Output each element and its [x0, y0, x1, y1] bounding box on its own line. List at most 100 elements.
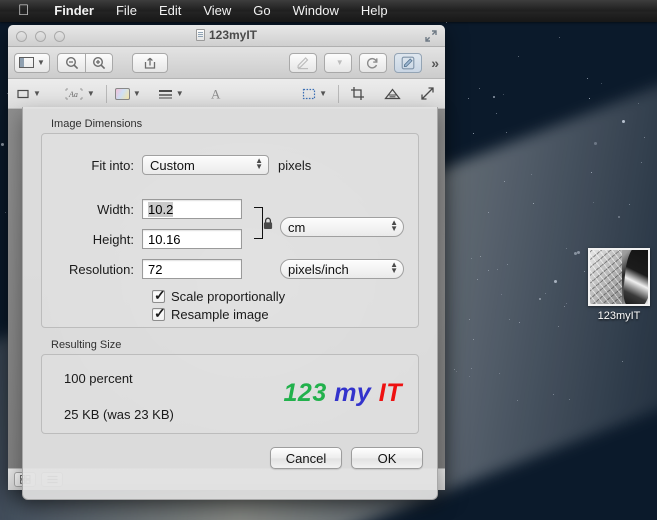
chevron-down-icon[interactable]: ▼: [87, 89, 95, 98]
star-icon: [566, 247, 568, 249]
fit-into-suffix: pixels: [278, 157, 312, 173]
apple-menu-icon[interactable]: : [18, 3, 29, 18]
size-unit-select[interactable]: cm ▲ ▼: [280, 217, 404, 237]
annotate-button[interactable]: [394, 52, 423, 73]
height-input[interactable]: 10.16: [142, 229, 242, 249]
fit-into-row: Fit into: Custom ▲ ▼ pixels: [42, 155, 311, 175]
star-icon: [4, 211, 6, 213]
logo-part-my: my: [334, 379, 372, 407]
star-icon: [539, 297, 542, 300]
line-thickness-button[interactable]: ▼: [158, 84, 184, 104]
star-icon: [641, 161, 643, 163]
font-button[interactable]: A: [205, 84, 225, 104]
zoom-in-button[interactable]: [85, 52, 113, 73]
desktop-file-icon[interactable]: 123myIT: [583, 248, 655, 322]
menu-bar:  Finder File Edit View Go Window Help: [0, 0, 657, 22]
stepper-icon[interactable]: ▲ ▼: [255, 157, 263, 171]
star-icon: [621, 360, 623, 362]
menu-item-edit[interactable]: Edit: [148, 0, 192, 22]
markup-pen-options-button[interactable]: ▼: [324, 52, 353, 73]
resolution-input[interactable]: 72: [142, 259, 242, 279]
svg-text:A: A: [211, 87, 221, 101]
scale-proportionally-checkbox[interactable]: [152, 287, 166, 304]
shape-tool-button[interactable]: ▼: [16, 84, 41, 104]
menu-item-help[interactable]: Help: [350, 0, 399, 22]
star-icon: [504, 181, 506, 183]
star-icon: [568, 399, 570, 400]
star-icon: [476, 278, 478, 280]
desktop-icon-label: 123myIT: [597, 310, 641, 322]
share-button[interactable]: [132, 52, 168, 73]
star-icon: [478, 88, 480, 90]
menu-item-go[interactable]: Go: [242, 0, 281, 22]
resolution-row: Resolution: 72: [42, 259, 242, 279]
menu-item-file[interactable]: File: [105, 0, 148, 22]
stepper-icon[interactable]: ▲ ▼: [390, 219, 398, 233]
logo-part-it: IT: [378, 379, 402, 407]
star-icon: [622, 119, 626, 123]
star-icon: [517, 55, 519, 57]
star-icon: [531, 174, 533, 176]
star-icon: [554, 279, 558, 283]
adjust-levels-button[interactable]: [382, 84, 402, 104]
chevron-down-icon[interactable]: ▼: [33, 89, 41, 98]
stepper-icon[interactable]: ▲ ▼: [390, 261, 398, 275]
menu-item-window[interactable]: Window: [282, 0, 350, 22]
image-resize-sheet: Image Dimensions Fit into: Custom ▲ ▼ pix…: [22, 107, 438, 500]
fit-into-select[interactable]: Custom ▲ ▼: [142, 155, 269, 175]
lock-icon: [263, 217, 273, 230]
star-icon: [506, 131, 508, 133]
chevron-down-icon[interactable]: ▼: [319, 89, 327, 98]
window-toolbar-markup: ▼ Aa ▼ ▼ ▼ A ▼: [8, 79, 445, 109]
width-label: Width:: [97, 201, 134, 217]
star-icon: [472, 133, 474, 135]
resulting-size-group-label: Resulting Size: [51, 339, 122, 351]
toolbar-divider: [338, 84, 339, 103]
fullscreen-icon[interactable]: [424, 29, 438, 43]
star-icon: [601, 82, 603, 84]
star-icon: [487, 270, 489, 272]
resolution-unit-select[interactable]: pixels/inch ▲ ▼: [280, 259, 404, 279]
ok-button[interactable]: OK: [351, 447, 423, 469]
width-input[interactable]: 10.2: [142, 199, 242, 219]
resample-image-checkbox-row[interactable]: Resample image: [152, 305, 269, 322]
resample-image-checkbox[interactable]: [152, 305, 166, 322]
chevron-down-icon[interactable]: ▼: [37, 58, 45, 67]
menu-item-view[interactable]: View: [192, 0, 242, 22]
star-icon: [566, 302, 568, 304]
resize-button[interactable]: [417, 84, 437, 104]
toolbar-overflow-button[interactable]: »: [431, 55, 439, 71]
star-icon: [471, 257, 473, 259]
star-icon: [564, 306, 566, 308]
file-thumbnail: [588, 248, 650, 306]
scale-proportionally-checkbox-row[interactable]: Scale proportionally: [152, 287, 285, 304]
color-picker-button[interactable]: ▼: [114, 84, 141, 104]
window-title-bar[interactable]: 123myIT: [8, 25, 445, 47]
star-icon: [629, 203, 631, 205]
crop-button[interactable]: [347, 84, 367, 104]
resolution-label: Resolution:: [68, 261, 134, 277]
star-icon: [644, 136, 646, 138]
star-icon: [499, 372, 501, 374]
chevron-down-icon[interactable]: ▼: [176, 89, 184, 98]
star-icon: [0, 143, 4, 147]
star-icon: [553, 394, 555, 396]
zoom-out-button[interactable]: [57, 52, 85, 73]
star-icon: [446, 22, 448, 24]
chevron-down-icon[interactable]: ▼: [336, 58, 344, 67]
menu-item-finder[interactable]: Finder: [43, 0, 105, 22]
markup-pen-button[interactable]: [289, 52, 318, 73]
chevron-down-icon[interactable]: ▼: [133, 89, 141, 98]
star-icon: [454, 368, 456, 370]
text-style-button[interactable]: Aa ▼: [64, 84, 95, 104]
rotate-button[interactable]: [359, 52, 388, 73]
sidebar-toggle-button[interactable]: ▼: [14, 52, 50, 73]
selection-tool-button[interactable]: ▼: [302, 84, 327, 104]
cancel-button[interactable]: Cancel: [270, 447, 342, 469]
resulting-size-group: 100 percent 25 KB (was 23 KB) 123 my IT: [41, 354, 419, 434]
window-title-text: 123myIT: [208, 28, 258, 42]
star-icon: [637, 102, 639, 104]
star-icon: [518, 322, 520, 324]
resulting-percent: 100 percent: [64, 371, 133, 386]
star-icon: [496, 269, 498, 271]
